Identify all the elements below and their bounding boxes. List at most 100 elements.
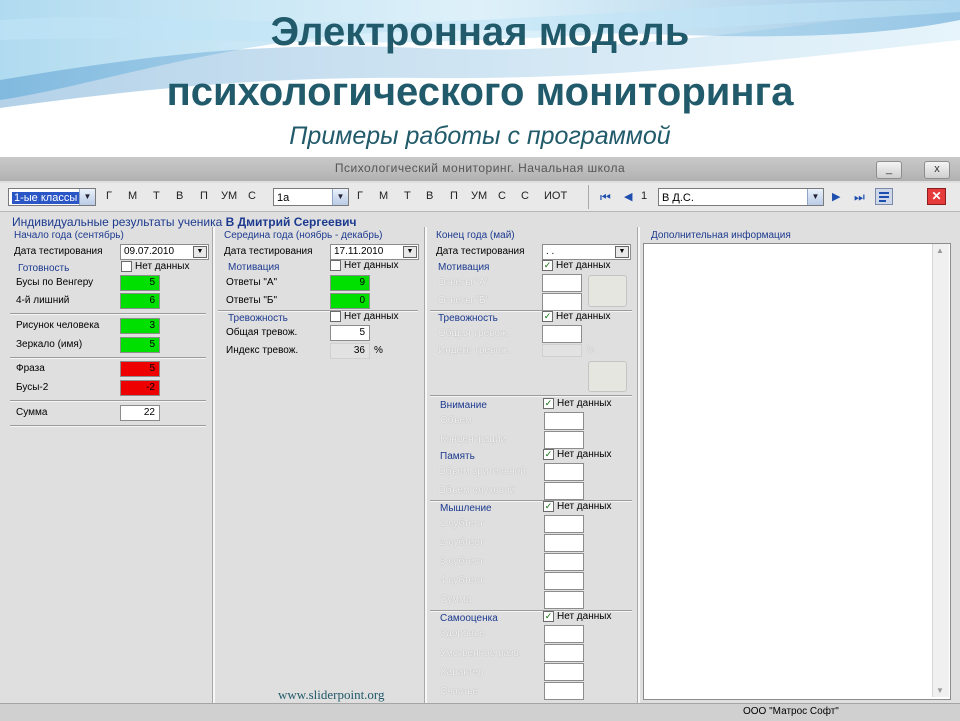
sum-value[interactable]: 22	[120, 405, 160, 421]
auditory-memory-label: Объем слуховой	[438, 485, 516, 496]
test-label: Фраза	[16, 363, 45, 374]
thinking-sum-field[interactable]	[544, 591, 584, 609]
memory-nodata-checkbox[interactable]: ✓	[543, 449, 554, 460]
filter-letter-7[interactable]: С	[498, 190, 506, 202]
prev-record-icon[interactable]: ◀	[624, 190, 632, 203]
col1-date-picker[interactable]: 09.07.2010 ▼	[120, 244, 209, 260]
answers-b-field[interactable]	[542, 293, 582, 311]
chevron-down-icon[interactable]: ▼	[403, 246, 417, 258]
col2-date-picker[interactable]: 17.11.2010 ▼	[330, 244, 419, 260]
scroll-up-icon[interactable]: ▲	[936, 246, 944, 255]
chevron-down-icon[interactable]: ▼	[807, 189, 823, 205]
selfesteem-row-field[interactable]	[544, 644, 584, 662]
textarea-scrollbar[interactable]: ▲ ▼	[932, 244, 949, 697]
filter-letter-8[interactable]: С	[521, 190, 529, 202]
class-select-value: 1-ые классы	[12, 192, 80, 204]
attention-nodata-checkbox[interactable]: ✓	[543, 398, 554, 409]
chevron-down-icon[interactable]: ▼	[79, 189, 95, 205]
filter-letter-9[interactable]: ИОТ	[544, 190, 567, 202]
readiness-nodata-checkbox[interactable]	[121, 261, 132, 272]
thinking-section-label: Мышление	[440, 503, 492, 514]
filter-letter-3[interactable]: Т	[153, 190, 160, 202]
visual-memory-field[interactable]	[544, 463, 584, 481]
filter-letter-1[interactable]: Г	[357, 190, 363, 202]
test-value[interactable]: 5	[120, 361, 160, 377]
anxiety-nodata-checkbox[interactable]: ✓	[542, 311, 553, 322]
next-record-icon[interactable]: ▶	[832, 190, 840, 203]
selfesteem-row-label: Характер	[440, 667, 484, 678]
selfesteem-row-field[interactable]	[544, 625, 584, 643]
minimize-button[interactable]: _	[876, 161, 902, 179]
motivation-nodata-checkbox[interactable]	[330, 260, 341, 271]
first-record-icon[interactable]: ⏮	[600, 190, 611, 205]
filter-letter-5[interactable]: П	[200, 190, 208, 202]
additional-info-textarea[interactable]	[643, 243, 951, 700]
test-value[interactable]: 3	[120, 318, 160, 334]
subtest-field[interactable]	[544, 553, 584, 571]
exit-icon[interactable]: ✕	[927, 188, 946, 205]
selfesteem-section-label: Самооценка	[440, 613, 498, 624]
selfesteem-row-field[interactable]	[544, 682, 584, 700]
slide-title-line2: психологического мониторинга	[166, 70, 794, 114]
window-title: Психологический мониторинг. Начальная шк…	[334, 161, 626, 175]
anxiety-section-label: Тревожность	[228, 313, 288, 324]
chevron-down-icon[interactable]: ▼	[615, 246, 629, 258]
test-value[interactable]: 5	[120, 337, 160, 353]
separator	[10, 400, 206, 402]
volume-field[interactable]	[544, 412, 584, 430]
col3-date-label: Дата тестирования	[436, 246, 525, 257]
visual-memory-label: Объем зрительной	[438, 466, 526, 477]
col2-date-value: 17.11.2010	[334, 246, 384, 257]
selfesteem-row-field[interactable]	[544, 663, 584, 681]
col3-title: Конец года (май)	[436, 230, 515, 241]
student-select-value: В Д.С.	[662, 192, 694, 204]
auditory-memory-field[interactable]	[544, 482, 584, 500]
test-value[interactable]: 5	[120, 275, 160, 291]
answers-b-value[interactable]: 0	[330, 293, 370, 309]
answers-a-value[interactable]: 9	[330, 275, 370, 291]
test-label: Бусы-2	[16, 382, 49, 393]
motivation-section-label: Мотивация	[438, 262, 490, 273]
filter-letter-4[interactable]: В	[176, 190, 183, 202]
filter-letter-6[interactable]: УМ	[221, 190, 237, 202]
filter-letter-5[interactable]: П	[450, 190, 458, 202]
filter-letter-6[interactable]: УМ	[471, 190, 487, 202]
thinking-nodata-checkbox[interactable]: ✓	[543, 501, 554, 512]
anxiety-nodata-checkbox[interactable]	[330, 311, 341, 322]
chevron-down-icon[interactable]: ▼	[332, 189, 348, 205]
general-anxiety-value[interactable]: 5	[330, 325, 370, 341]
chevron-down-icon[interactable]: ▼	[193, 246, 207, 258]
col1-date-value: 09.07.2010	[124, 246, 175, 257]
filter-letter-2[interactable]: М	[379, 190, 388, 202]
concentration-field[interactable]	[544, 431, 584, 449]
col4-title: Дополнительная информация	[651, 230, 791, 241]
anxiety-nodata-label: Нет данных	[344, 311, 399, 322]
scroll-down-icon[interactable]: ▼	[936, 686, 944, 695]
subtest-field[interactable]	[544, 534, 584, 552]
selfesteem-nodata-checkbox[interactable]: ✓	[543, 611, 554, 622]
class-select[interactable]: 1-ые классы ▼	[8, 188, 96, 206]
report-icon[interactable]	[875, 188, 893, 205]
col2-date-label: Дата тестирования	[224, 246, 313, 257]
test-value[interactable]: -2	[120, 380, 160, 396]
filter-letter-2[interactable]: М	[128, 190, 137, 202]
close-window-button[interactable]: x	[924, 161, 950, 179]
group-select[interactable]: 1а ▼	[273, 188, 349, 206]
last-record-icon[interactable]: ⏭	[854, 190, 865, 205]
test-value[interactable]: 6	[120, 293, 160, 309]
col3-date-picker[interactable]: . . ▼	[542, 244, 631, 260]
general-anxiety-field[interactable]	[542, 325, 582, 343]
filter-letter-3[interactable]: Т	[404, 190, 411, 202]
filter-letter-4[interactable]: В	[426, 190, 433, 202]
slide-header: Электронная модель психологического мони…	[0, 0, 960, 156]
student-select[interactable]: В Д.С. ▼	[658, 188, 824, 206]
filter-letter-1[interactable]: Г	[106, 190, 112, 202]
answers-a-field[interactable]	[542, 274, 582, 292]
percent-sign: %	[374, 345, 383, 356]
subtest-field[interactable]	[544, 515, 584, 533]
filter-letter-7[interactable]: С	[248, 190, 256, 202]
motivation-nodata-checkbox[interactable]: ✓	[542, 260, 553, 271]
answers-a-label: Ответы "А"	[438, 277, 490, 288]
answers-a-label: Ответы "А"	[226, 277, 278, 288]
subtest-field[interactable]	[544, 572, 584, 590]
